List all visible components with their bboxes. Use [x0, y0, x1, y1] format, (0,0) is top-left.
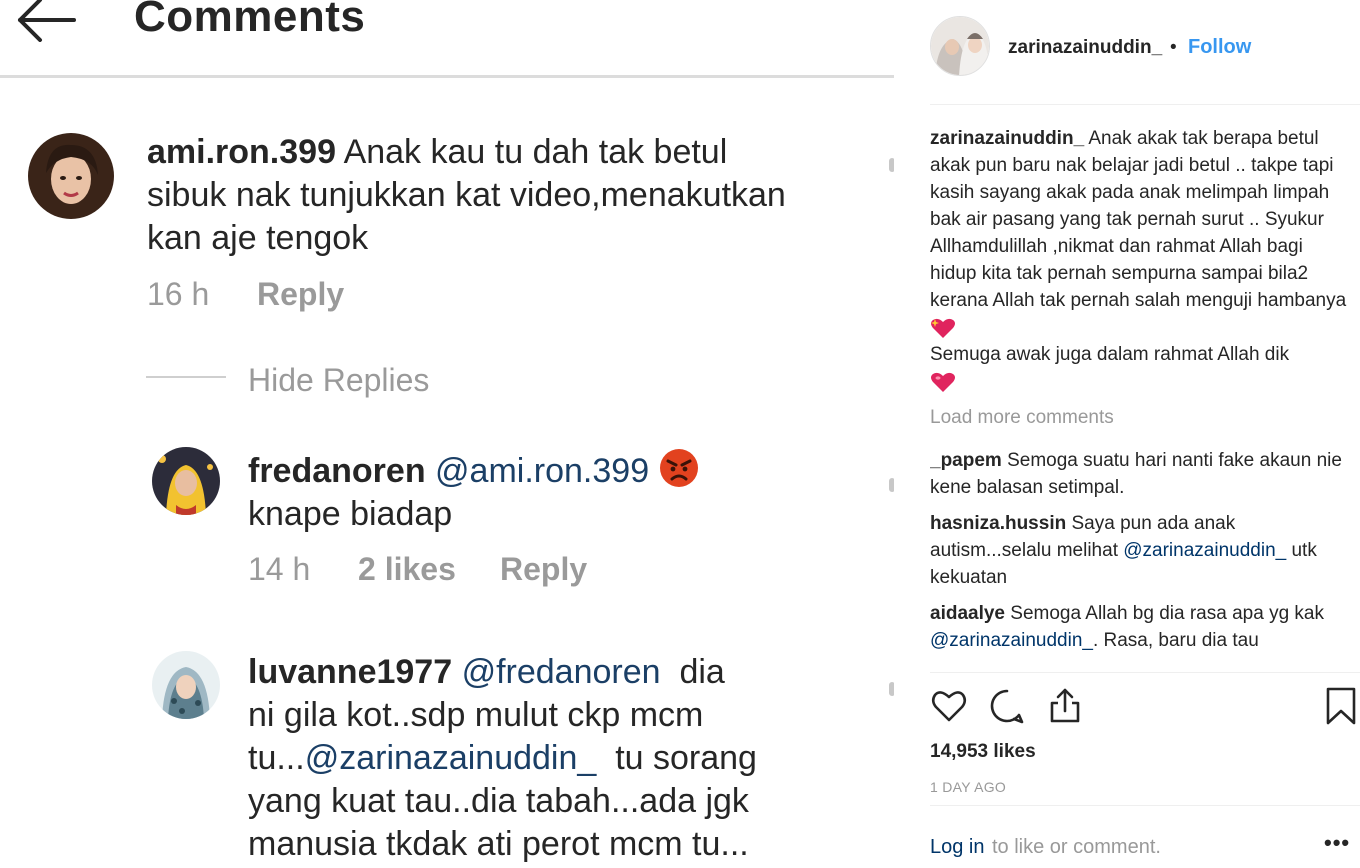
comment-icon[interactable] [988, 687, 1026, 725]
reply-body: luvanne1977 @fredanoren dia ni gila kot.… [248, 651, 757, 866]
reply-button[interactable]: Reply [257, 276, 344, 313]
sparkling-heart-icon [931, 318, 955, 338]
follow-button[interactable]: Follow [1188, 36, 1251, 59]
comment-text: Anak kau tu dah tak betul [343, 133, 728, 171]
avatar[interactable] [930, 16, 990, 76]
comment-text: kan aje tengok [147, 219, 369, 257]
hide-replies-button[interactable]: Hide Replies [248, 362, 429, 399]
comment-text: yang kuat tau..dia tabah...ada jgk [248, 782, 749, 820]
comment-username[interactable]: ami.ron.399 [147, 133, 336, 171]
likes-count[interactable]: 14,953 likes [930, 741, 1036, 763]
more-options-icon[interactable]: ••• [1324, 830, 1350, 856]
divider [146, 376, 226, 378]
reply-button[interactable]: Reply [500, 551, 587, 588]
list-item: aidaalye Semoga Allah bg dia rasa apa yg… [930, 600, 1350, 654]
post-caption: zarinazainuddin_ Anak akak tak berapa be… [930, 125, 1350, 395]
heart-emoji-icon [931, 372, 955, 392]
login-link[interactable]: Log in [930, 836, 985, 859]
comment-text: Semoga Allah bg dia rasa apa yg kak [1010, 603, 1324, 624]
comments-screenshot: Comments ami.ron.399 Anak kau tu dah tak… [0, 0, 894, 868]
avatar-image [152, 651, 220, 719]
comment-username[interactable]: _papem [930, 450, 1002, 471]
comment-username[interactable]: fredanoren [248, 452, 426, 490]
post-timestamp: 1 DAY AGO [930, 779, 1007, 795]
comment-text: dia [679, 653, 725, 691]
avatar-ami-ron[interactable] [28, 133, 114, 219]
mention-link[interactable]: @fredanoren [462, 653, 661, 691]
avatar-image [152, 447, 220, 515]
comments-list[interactable]: zarinazainuddin_ Anak akak tak berapa be… [930, 125, 1350, 672]
comment-text: tu sorang [615, 739, 757, 777]
post-actions: 14,953 likes 1 DAY AGO [930, 672, 1360, 806]
mention-link[interactable]: @zarinazainuddin_ [305, 739, 597, 777]
comment-username[interactable]: aidaalye [930, 603, 1005, 624]
avatar-image [28, 133, 114, 219]
comment-text: manusia tkdak ati perot mcm tu... [248, 825, 749, 863]
caption-text: Semuga awak juga dalam rahmat Allah dik [930, 344, 1290, 365]
avatar-fredanoren[interactable] [152, 447, 220, 515]
comment-text: sibuk nak tunjukkan kat video,menakutkan [147, 176, 786, 214]
heart-icon[interactable] [930, 687, 968, 725]
comment-text: tu... [248, 739, 305, 777]
post-side-panel: zarinazainuddin_ • Follow zarinazainuddi… [894, 0, 1360, 868]
list-item: _papem Semoga suatu hari nanti fake akau… [930, 447, 1350, 501]
bookmark-icon[interactable] [1322, 687, 1360, 725]
post-author-username[interactable]: zarinazainuddin_ [1008, 37, 1162, 59]
back-arrow-icon[interactable] [16, 0, 78, 42]
avatar-image [931, 17, 989, 75]
load-more-comments-button[interactable]: Load more comments [930, 407, 1350, 429]
caption-text: Anak akak tak berapa betul akak pun baru… [930, 128, 1347, 311]
login-prompt-text: to like or comment. [992, 836, 1161, 858]
mention-link[interactable]: @ami.ron.399 [435, 452, 649, 490]
separator-dot: • [1170, 37, 1177, 58]
comment-username[interactable]: hasniza.hussin [930, 513, 1066, 534]
comment-text: . Rasa, baru dia tau [1092, 630, 1259, 651]
likes-count[interactable]: 2 likes [358, 551, 456, 588]
list-item: hasniza.hussin Saya pun ada anak autism.… [930, 510, 1350, 591]
page-title: Comments [134, 0, 366, 41]
caption-username[interactable]: zarinazainuddin_ [930, 128, 1084, 149]
login-footer: Log in to like or comment. ••• [930, 828, 1360, 868]
comment-text: knape biadap [248, 495, 453, 533]
comment-text: ni gila kot..sdp mulut ckp mcm [248, 696, 704, 734]
share-icon[interactable] [1046, 687, 1084, 725]
comment-username[interactable]: luvanne1977 [248, 653, 452, 691]
angry-face-icon [659, 449, 698, 487]
reply-time: 14 h [248, 551, 311, 587]
comment-body: ami.ron.399 Anak kau tu dah tak betul si… [147, 131, 786, 260]
post-header: zarinazainuddin_ • Follow [930, 0, 1360, 105]
mention-link[interactable]: @zarinazainuddin_ [1123, 540, 1286, 561]
mention-link[interactable]: @zarinazainuddin_ [930, 630, 1093, 651]
comments-header: Comments [0, 0, 894, 78]
comment-time: 16 h [147, 276, 210, 312]
reply-body: fredanoren @ami.ron.399 knape biadap [248, 448, 699, 536]
avatar-luvanne1977[interactable] [152, 651, 220, 719]
